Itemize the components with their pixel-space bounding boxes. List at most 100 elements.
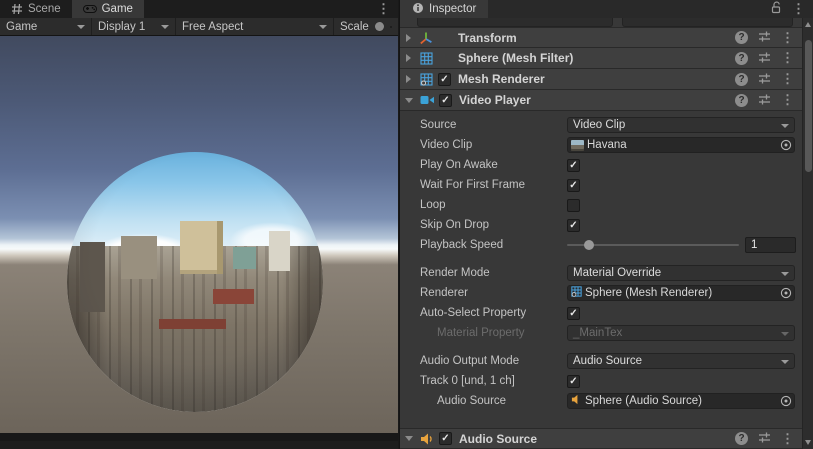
clipped-field[interactable] xyxy=(417,18,613,27)
chevron-down-icon xyxy=(781,360,789,364)
help-icon[interactable]: ? xyxy=(735,432,748,445)
help-icon[interactable]: ? xyxy=(735,52,748,65)
aspect-ratio-dropdown[interactable]: Free Aspect xyxy=(176,18,334,35)
property-row-auto-select-property: Auto-Select Property ✓ xyxy=(400,303,802,323)
chevron-down-icon xyxy=(781,332,789,336)
tab-game[interactable]: Game xyxy=(72,0,144,18)
playback-speed-value-field[interactable]: 1 xyxy=(745,237,796,253)
inspector-scrollbar[interactable] xyxy=(802,18,813,449)
chevron-down-icon xyxy=(161,25,169,29)
loop-checkbox[interactable] xyxy=(567,199,580,212)
aspect-dropdown-label: Free Aspect xyxy=(182,21,243,33)
object-picker-icon[interactable] xyxy=(779,139,792,151)
tab-inspector[interactable]: Inspector xyxy=(400,0,488,18)
scrolled-clipped-fields xyxy=(400,18,802,27)
foldout-icon[interactable] xyxy=(405,436,413,441)
property-row-playback-speed: Playback Speed 1 xyxy=(400,235,802,255)
foldout-icon[interactable] xyxy=(406,75,411,83)
mesh-filter-icon xyxy=(418,52,434,65)
foldout-icon[interactable] xyxy=(406,34,411,42)
game-viewport[interactable] xyxy=(0,36,398,441)
game-camera-dropdown[interactable]: Game xyxy=(0,18,92,35)
presets-icon[interactable] xyxy=(758,431,771,446)
tab-game-label: Game xyxy=(102,3,133,15)
object-field-value: Sphere (Audio Source) xyxy=(585,395,779,407)
component-enabled-checkbox[interactable]: ✓ xyxy=(439,432,452,445)
scrollbar-thumb[interactable] xyxy=(805,40,812,172)
mesh-renderer-mini-icon xyxy=(571,286,582,300)
game-view-toolbar: Game Display 1 Free Aspect Scale xyxy=(0,18,398,36)
property-row-source: Source Video Clip xyxy=(400,115,802,135)
property-label: Audio Output Mode xyxy=(420,355,567,367)
lock-icon[interactable] xyxy=(770,1,782,17)
component-header-video-player[interactable]: ✓ Video Player ? ⋮ xyxy=(400,90,802,111)
more-menu-icon[interactable]: ⋮ xyxy=(781,30,794,46)
play-on-awake-checkbox[interactable]: ✓ xyxy=(567,159,580,172)
skip-on-drop-checkbox[interactable]: ✓ xyxy=(567,219,580,232)
property-label: Play On Awake xyxy=(420,159,567,171)
info-icon xyxy=(412,2,424,17)
component-header-mesh-renderer[interactable]: ✓ Mesh Renderer ? ⋮ xyxy=(400,69,802,90)
track0-checkbox[interactable]: ✓ xyxy=(567,375,580,388)
display-dropdown[interactable]: Display 1 xyxy=(92,18,176,35)
game-panel-menu-icon[interactable]: ⋮ xyxy=(369,0,398,18)
inspector-actions: ⋮ xyxy=(770,0,813,18)
more-menu-icon[interactable]: ⋮ xyxy=(781,92,794,108)
inspector-content: Transform ? ⋮ xyxy=(400,18,802,449)
auto-select-property-checkbox[interactable]: ✓ xyxy=(567,307,580,320)
presets-icon[interactable] xyxy=(758,93,771,108)
help-icon[interactable]: ? xyxy=(735,73,748,86)
foldout-icon[interactable] xyxy=(406,54,411,62)
video-clip-thumbnail-icon xyxy=(571,140,584,151)
object-picker-icon[interactable] xyxy=(779,287,792,299)
slider-knob[interactable] xyxy=(584,240,594,250)
object-picker-icon[interactable] xyxy=(779,395,792,407)
material-property-dropdown: _MainTex xyxy=(567,325,795,341)
scale-label: Scale xyxy=(340,21,369,33)
dropdown-value: _MainTex xyxy=(573,327,622,339)
property-label: Source xyxy=(420,119,567,131)
foldout-icon[interactable] xyxy=(405,98,413,103)
component-header-audio-source[interactable]: ✓ Audio Source ? ⋮ xyxy=(400,428,802,449)
property-row-material-property: Material Property _MainTex xyxy=(400,323,802,343)
property-row-track0: Track 0 [und, 1 ch] ✓ xyxy=(400,371,802,391)
transform-icon xyxy=(418,31,434,45)
dropdown-value: Audio Source xyxy=(573,355,642,367)
clipped-field[interactable] xyxy=(622,18,793,27)
chevron-down-icon xyxy=(77,25,85,29)
audio-source-object-field[interactable]: Sphere (Audio Source) xyxy=(567,393,795,409)
video-clip-object-field[interactable]: Havana xyxy=(567,137,795,153)
source-dropdown[interactable]: Video Clip xyxy=(567,117,795,133)
help-icon[interactable]: ? xyxy=(735,94,748,107)
more-menu-icon[interactable]: ⋮ xyxy=(781,431,794,447)
presets-icon[interactable] xyxy=(758,30,771,45)
render-mode-dropdown[interactable]: Material Override xyxy=(567,265,795,281)
playback-speed-slider[interactable] xyxy=(567,237,739,253)
tab-inspector-label: Inspector xyxy=(429,3,476,15)
tab-scene[interactable]: Scene xyxy=(0,0,72,18)
property-row-render-mode: Render Mode Material Override xyxy=(400,263,802,283)
video-player-icon xyxy=(419,94,435,106)
component-header-mesh-filter[interactable]: Sphere (Mesh Filter) ? ⋮ xyxy=(400,48,802,69)
chevron-down-icon xyxy=(781,272,789,276)
more-menu-icon[interactable]: ⋮ xyxy=(781,50,794,66)
inspector-menu-icon[interactable]: ⋮ xyxy=(792,1,805,17)
more-menu-icon[interactable]: ⋮ xyxy=(781,71,794,87)
wait-for-first-frame-checkbox[interactable]: ✓ xyxy=(567,179,580,192)
game-panel-tabbar: Scene Game ⋮ xyxy=(0,0,398,18)
component-enabled-checkbox[interactable]: ✓ xyxy=(438,73,451,86)
help-icon[interactable]: ? xyxy=(735,31,748,44)
presets-icon[interactable] xyxy=(758,51,771,66)
component-enabled-checkbox[interactable]: ✓ xyxy=(439,94,452,107)
component-header-transform[interactable]: Transform ? ⋮ xyxy=(400,27,802,48)
property-label: Wait For First Frame xyxy=(420,179,567,191)
scroll-down-icon[interactable] xyxy=(805,440,811,445)
scroll-up-icon[interactable] xyxy=(805,22,811,27)
component-title: Audio Source xyxy=(459,432,735,446)
audio-output-mode-dropdown[interactable]: Audio Source xyxy=(567,353,795,369)
scale-slider-knob[interactable] xyxy=(375,22,384,31)
dropdown-value: Material Override xyxy=(573,267,661,279)
renderer-object-field[interactable]: Sphere (Mesh Renderer) xyxy=(567,285,795,301)
presets-icon[interactable] xyxy=(758,72,771,87)
scale-slider-track[interactable] xyxy=(390,26,392,28)
